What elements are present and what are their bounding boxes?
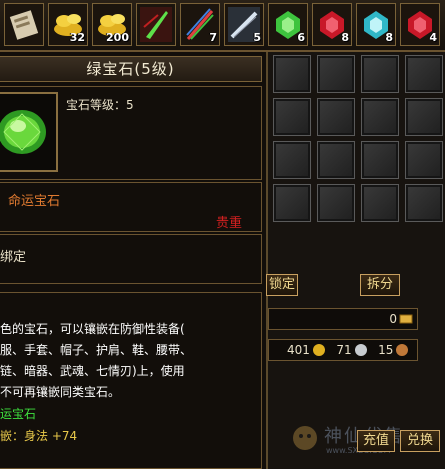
- gem-category: 命运宝石: [8, 194, 61, 209]
- gem-level-value: 5: [126, 98, 134, 112]
- silver-coin-icon: [354, 344, 367, 356]
- binding-frame: [0, 234, 262, 284]
- item-slot-scroll[interactable]: [4, 3, 44, 46]
- bag-slot[interactable]: [405, 55, 443, 93]
- copper-coin-icon: [396, 344, 409, 356]
- effect-label: 嵌：身法: [0, 429, 49, 443]
- description-line: 链、暗器、武魂、七情刃)上，使用: [0, 364, 185, 378]
- currency-3-value: 15: [378, 343, 394, 357]
- gem-level-label: 宝石等级：: [66, 98, 127, 112]
- item-count: 8: [341, 31, 349, 44]
- gold-coin-icon: [312, 344, 325, 356]
- lock-button-label: 锁定: [268, 277, 295, 292]
- scroll-icon: [9, 10, 39, 40]
- exchange-button[interactable]: 兑换: [400, 430, 440, 452]
- item-slot-gold-ingot[interactable]: 200: [92, 3, 132, 46]
- bag-slot[interactable]: [273, 55, 311, 93]
- item-count: 8: [385, 31, 393, 44]
- currency-2-value: 71: [336, 343, 352, 357]
- gem-image-box: [0, 92, 58, 172]
- green-slash-icon: [140, 7, 172, 42]
- recharge-button[interactable]: 充值: [357, 430, 395, 452]
- gem-type: 运宝石: [0, 407, 37, 421]
- gold-bar: 0: [268, 308, 418, 330]
- item-tooltip: 绿宝石(5级) 宝石等级：5 命运宝石 贵重 绑定 色的宝石，可以镶嵌在防御性装…: [0, 52, 268, 469]
- bag-slot[interactable]: [317, 98, 355, 136]
- exchange-button-label: 兑换: [406, 433, 433, 448]
- green-gem-icon: [0, 110, 46, 154]
- item-slot-red-gem[interactable]: 8: [312, 3, 352, 46]
- item-count: 200: [106, 31, 129, 44]
- bag-slot[interactable]: [317, 55, 355, 93]
- bag-slot[interactable]: [273, 98, 311, 136]
- bag-slot[interactable]: [273, 141, 311, 179]
- tooltip-title: 绿宝石(5级): [0, 56, 262, 82]
- recharge-button-label: 充值: [362, 433, 389, 448]
- gem-name: 绿宝石: [86, 60, 135, 78]
- item-count: 4: [429, 31, 437, 44]
- currency-1-value: 401: [287, 343, 310, 357]
- gem-level-suffix: (5级): [134, 60, 175, 78]
- item-count: 5: [253, 31, 261, 44]
- inlay-effect: 嵌：身法 +74: [0, 427, 77, 444]
- bag-slot[interactable]: [361, 184, 399, 222]
- effect-value: +74: [51, 429, 78, 443]
- gold-value: 0: [389, 312, 397, 326]
- mascot-icon: [293, 426, 317, 450]
- item-count: 32: [69, 31, 85, 44]
- gem-level-row: 宝石等级：5: [66, 96, 134, 113]
- gold-bar-icon: [399, 314, 413, 324]
- bag-slot[interactable]: [317, 141, 355, 179]
- item-slot-rainbow-sword[interactable]: 7: [180, 3, 220, 46]
- description-line: 色的宝石，可以镶嵌在防御性装备(: [0, 322, 185, 336]
- item-slot-silver-blade[interactable]: 5: [224, 3, 264, 46]
- bag-slot[interactable]: [405, 141, 443, 179]
- lock-button[interactable]: 锁定: [266, 274, 298, 296]
- bag-slot[interactable]: [273, 184, 311, 222]
- item-strip: 32 200 7 5 6 8 8 4: [0, 0, 445, 52]
- bag-slot[interactable]: [405, 184, 443, 222]
- split-button-label: 拆分: [366, 277, 393, 292]
- bag-slot[interactable]: [317, 184, 355, 222]
- rarity-label: 贵重: [216, 216, 243, 231]
- item-slot-red-gem[interactable]: 4: [400, 3, 440, 46]
- bag-slot[interactable]: [361, 55, 399, 93]
- bag-slot[interactable]: [361, 141, 399, 179]
- bag-slot[interactable]: [405, 98, 443, 136]
- description-line: 服、手套、帽子、护肩、鞋、腰带、: [0, 343, 193, 357]
- currency-bar: 401 71 15: [268, 339, 418, 361]
- item-slot-green-gem[interactable]: 6: [268, 3, 308, 46]
- item-slot-gold-ingot[interactable]: 32: [48, 3, 88, 46]
- item-slot-cyan-gem[interactable]: 8: [356, 3, 396, 46]
- item-slot-green-slash[interactable]: [136, 3, 176, 46]
- item-count: 6: [297, 31, 305, 44]
- binding-status: 绑定: [0, 250, 27, 265]
- split-button[interactable]: 拆分: [360, 274, 400, 296]
- item-count: 7: [209, 31, 217, 44]
- currency-row: 401 71 15: [287, 343, 409, 357]
- bag-slot[interactable]: [361, 98, 399, 136]
- description-line: 不可再镶嵌同类宝石。: [0, 385, 121, 399]
